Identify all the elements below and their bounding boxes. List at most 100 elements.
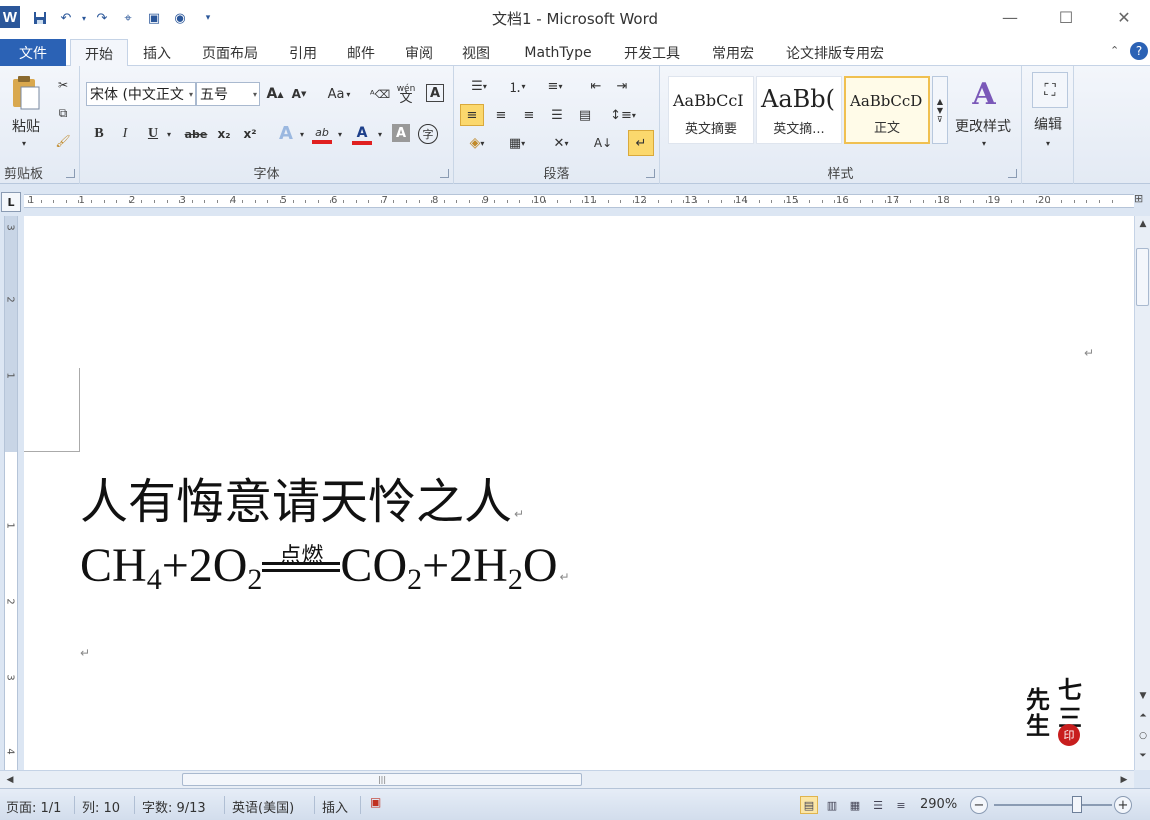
horizontal-scroll-thumb[interactable]: ||| <box>182 773 582 786</box>
help-icon[interactable]: ? <box>1130 42 1148 60</box>
view-ruler-button[interactable]: ⊞ <box>1134 192 1148 210</box>
tab-home[interactable]: 开始 <box>70 39 128 67</box>
font-color-dropdown-icon[interactable]: ▾ <box>376 128 384 140</box>
insert-mode-indicator[interactable]: 插入 <box>322 797 348 816</box>
shrink-font-icon[interactable]: A ▼ <box>290 84 308 104</box>
font-name-select[interactable]: 宋体 (中文正文 ▾ <box>86 82 196 106</box>
document-page[interactable]: ↵ 人有悔意请天怜之人 ↵ CH4+2O2 点燃 CO2+2H2O ↵ ↵ 七 先 三 … <box>24 216 1134 770</box>
horizontal-ruler[interactable]: 1 1 2 3 4 5 6 7 8 9 10 11 12 13 14 15 16 17 18 19 20 <box>24 194 1134 208</box>
draft-view-icon[interactable]: ≡ <box>892 796 910 814</box>
change-styles-dropdown-icon[interactable]: ▾ <box>978 138 990 148</box>
change-styles-button[interactable]: 更改样式 <box>950 116 1016 136</box>
decrease-indent-icon[interactable]: ⇤ <box>586 76 606 96</box>
tab-mathtype[interactable]: MathType <box>512 39 604 66</box>
shading-icon[interactable]: ◈ ▾ <box>462 132 492 154</box>
align-center-button[interactable]: ≡ <box>490 104 512 126</box>
numbering-icon[interactable]: ⒈ ▾ <box>502 76 532 96</box>
paste-button[interactable]: 粘贴 <box>4 116 48 136</box>
tab-view[interactable]: 视图 <box>453 39 499 66</box>
highlight-color-icon[interactable]: ab <box>310 122 334 148</box>
italic-button[interactable]: I <box>116 124 134 144</box>
previous-page-icon[interactable]: ⏶ <box>1135 708 1150 724</box>
language-indicator[interactable]: 英语(美国) <box>232 797 294 816</box>
editing-dropdown-icon[interactable]: ▾ <box>1042 138 1054 148</box>
tab-references[interactable]: 引用 <box>280 39 326 66</box>
copy-icon[interactable]: ⧉ <box>54 104 72 122</box>
outline-view-icon[interactable]: ☰ <box>869 796 887 814</box>
tab-common-macros[interactable]: 常用宏 <box>702 39 764 66</box>
font-color-icon[interactable]: A <box>350 122 374 148</box>
enclose-characters-icon[interactable]: 字 <box>418 124 438 144</box>
scroll-up-icon[interactable]: ▲ <box>1135 216 1150 232</box>
zoom-slider-thumb[interactable] <box>1072 796 1082 813</box>
chinese-layout-icon[interactable]: ✕ ▾ <box>546 132 576 154</box>
minimize-button[interactable]: — <box>990 4 1030 30</box>
macro-record-icon[interactable]: ▣ <box>370 795 381 809</box>
phonetic-guide-icon[interactable]: wén 文 <box>394 82 418 106</box>
tab-selector[interactable]: L <box>1 192 21 212</box>
scroll-right-icon[interactable]: ▶ <box>1116 772 1132 788</box>
tab-thesis-macros[interactable]: 论文排版专用宏 <box>776 39 894 66</box>
paste-icon[interactable] <box>6 72 46 114</box>
character-border-icon[interactable]: A <box>426 84 444 102</box>
format-painter-brush-icon[interactable]: 🖌 <box>54 132 72 150</box>
tab-page-layout[interactable]: 页面布局 <box>192 39 268 66</box>
column-indicator[interactable]: 列: 10 <box>82 797 120 816</box>
strikethrough-button[interactable]: abe <box>184 124 208 144</box>
tab-review[interactable]: 审阅 <box>396 39 442 66</box>
full-screen-reading-icon[interactable]: ▥ <box>823 796 841 814</box>
bullets-icon[interactable]: ☰ ▾ <box>464 76 494 96</box>
tab-file[interactable]: 文件 <box>0 39 66 66</box>
print-layout-view-icon[interactable]: ▤ <box>800 796 818 814</box>
horizontal-scrollbar[interactable]: ◀ ||| ▶ <box>0 770 1134 788</box>
page-indicator[interactable]: 页面: 1/1 <box>6 797 61 816</box>
zoom-out-button[interactable]: − <box>970 796 988 814</box>
scroll-left-icon[interactable]: ◀ <box>2 772 18 788</box>
tab-insert[interactable]: 插入 <box>134 39 180 66</box>
highlight-dropdown-icon[interactable]: ▾ <box>336 128 344 140</box>
bold-button[interactable]: B <box>90 124 108 144</box>
underline-dropdown-icon[interactable]: ▾ <box>164 128 174 140</box>
styles-launcher-icon[interactable] <box>1008 169 1017 178</box>
paste-dropdown-icon[interactable]: ▾ <box>18 138 30 148</box>
paragraph-launcher-icon[interactable] <box>646 169 655 178</box>
font-size-select[interactable]: 五号 ▾ <box>196 82 260 106</box>
chemical-equation[interactable]: CH4+2O2 点燃 CO2+2H2O ↵ <box>80 538 570 597</box>
distributed-button[interactable]: ▤ <box>574 104 596 126</box>
subscript-button[interactable]: x₂ <box>214 124 234 144</box>
text-effects-dropdown-icon[interactable]: ▾ <box>298 128 306 140</box>
character-shading-icon[interactable]: A <box>392 124 410 142</box>
align-right-button[interactable]: ≡ <box>518 104 540 126</box>
clipboard-launcher-icon[interactable] <box>66 169 75 178</box>
clear-formatting-icon[interactable]: ᴬ⌫ <box>370 84 390 104</box>
zoom-in-button[interactable]: + <box>1114 796 1132 814</box>
vertical-scrollbar[interactable]: ▲ ▼ ⏶ ○ ⏷ <box>1134 216 1150 770</box>
font-launcher-icon[interactable] <box>440 169 449 178</box>
tab-mailings[interactable]: 邮件 <box>338 39 384 66</box>
maximize-button[interactable]: ☐ <box>1046 4 1086 30</box>
cut-icon[interactable]: ✂ <box>54 76 72 94</box>
zoom-slider-track[interactable] <box>994 804 1112 806</box>
change-styles-icon[interactable]: A <box>956 74 1012 114</box>
editing-button[interactable]: 编辑 <box>1026 114 1070 134</box>
vertical-scroll-thumb[interactable] <box>1136 248 1149 306</box>
increase-indent-icon[interactable]: ⇥ <box>612 76 632 96</box>
superscript-button[interactable]: x² <box>240 124 260 144</box>
grow-font-icon[interactable]: A ▲ <box>266 84 284 104</box>
align-left-button[interactable]: ≡ <box>460 104 484 126</box>
underline-button[interactable]: U <box>144 124 162 144</box>
word-count[interactable]: 字数: 9/13 <box>142 797 206 816</box>
tab-developer[interactable]: 开发工具 <box>614 39 690 66</box>
change-case-icon[interactable]: Aa ▾ <box>324 84 354 104</box>
styles-scroll-buttons[interactable]: ▲ ▼ ⊽ <box>932 76 948 144</box>
zoom-level[interactable]: 290% <box>920 797 957 812</box>
show-hide-marks-button[interactable]: ↵ <box>628 130 654 156</box>
next-page-icon[interactable]: ⏷ <box>1135 748 1150 764</box>
style-normal[interactable]: AaBbCcD 正文 <box>844 76 930 144</box>
vertical-ruler[interactable]: 3 2 1 1 2 3 4 <box>4 216 18 770</box>
justify-button[interactable]: ☰ <box>546 104 568 126</box>
web-layout-icon[interactable]: ▦ <box>846 796 864 814</box>
line-spacing-icon[interactable]: ↕≡ ▾ <box>608 104 638 126</box>
style-english-abstract-2[interactable]: AaBb( 英文摘... <box>756 76 842 144</box>
text-effects-icon[interactable]: A <box>276 122 296 144</box>
